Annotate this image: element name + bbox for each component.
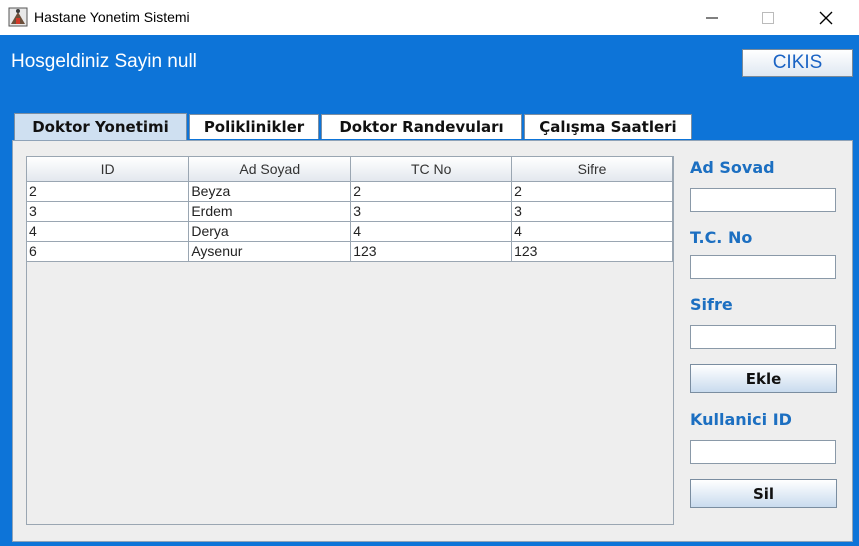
- close-icon: [819, 11, 833, 24]
- table-cell[interactable]: 2: [350, 181, 513, 202]
- maximize-icon: [762, 11, 774, 24]
- doktor-yonetimi-panel: ID Ad Soyad TC No Sifre 2 Beyza 2 2 3 Er…: [12, 140, 853, 542]
- doctor-table: ID Ad Soyad TC No Sifre 2 Beyza 2 2 3 Er…: [27, 157, 673, 262]
- table-cell[interactable]: 2: [511, 181, 673, 202]
- column-header-tc-no[interactable]: TC No: [350, 157, 513, 182]
- tc-no-field[interactable]: [690, 255, 836, 279]
- ad-soyad-label: Ad Sovad: [690, 158, 775, 177]
- table-cell[interactable]: 6: [27, 241, 190, 262]
- table-cell[interactable]: Erdem: [188, 201, 352, 222]
- table-cell[interactable]: 4: [511, 221, 673, 242]
- column-header-ad-soyad[interactable]: Ad Soyad: [188, 157, 352, 182]
- table-row[interactable]: 3 Erdem 3 3: [27, 201, 673, 222]
- doctor-table-scroll[interactable]: ID Ad Soyad TC No Sifre 2 Beyza 2 2 3 Er…: [26, 156, 674, 525]
- table-header-row: ID Ad Soyad TC No Sifre: [27, 157, 673, 182]
- table-cell[interactable]: 4: [27, 221, 190, 242]
- tab-doktor-randevulari[interactable]: Doktor Randevuları: [321, 114, 522, 139]
- app-icon: [8, 7, 28, 27]
- table-cell[interactable]: Derya: [188, 221, 352, 242]
- table-cell[interactable]: 3: [27, 201, 190, 222]
- table-row[interactable]: 2 Beyza 2 2: [27, 181, 673, 202]
- tc-no-label: T.C. No: [690, 228, 753, 247]
- column-header-id[interactable]: ID: [27, 157, 190, 182]
- table-cell[interactable]: Aysenur: [188, 241, 352, 262]
- tab-doktor-yonetimi[interactable]: Doktor Yonetimi: [14, 113, 187, 140]
- table-row[interactable]: 6 Aysenur 123 123: [27, 241, 673, 262]
- table-row[interactable]: 4 Derya 4 4: [27, 221, 673, 242]
- welcome-text: Hosgeldiniz Sayin null: [11, 51, 197, 72]
- kullanici-id-label: Kullanici ID: [690, 410, 792, 429]
- sil-button[interactable]: Sil: [690, 479, 837, 508]
- close-button[interactable]: [797, 0, 855, 35]
- column-header-sifre[interactable]: Sifre: [511, 157, 673, 182]
- ekle-button[interactable]: Ekle: [690, 364, 837, 393]
- table-cell[interactable]: Beyza: [188, 181, 352, 202]
- table-cell[interactable]: 4: [350, 221, 513, 242]
- minimize-button[interactable]: [683, 0, 741, 35]
- tab-calisma-saatleri[interactable]: Çalışma Saatleri: [524, 114, 692, 139]
- sifre-label: Sifre: [690, 295, 733, 314]
- table-cell[interactable]: 2: [27, 181, 190, 202]
- tab-poliklinikler[interactable]: Poliklinikler: [189, 114, 319, 139]
- title-bar: Hastane Yonetim Sistemi: [0, 0, 859, 35]
- maximize-button[interactable]: [739, 0, 797, 35]
- sifre-field[interactable]: [690, 325, 836, 349]
- table-cell[interactable]: 3: [511, 201, 673, 222]
- ad-soyad-field[interactable]: [690, 188, 836, 212]
- table-cell[interactable]: 123: [511, 241, 673, 262]
- table-cell[interactable]: 123: [350, 241, 513, 262]
- window-title: Hastane Yonetim Sistemi: [34, 9, 190, 25]
- main-frame: Hosgeldiniz Sayin null CIKIS Doktor Yone…: [0, 35, 859, 546]
- table-cell[interactable]: 3: [350, 201, 513, 222]
- kullanici-id-field[interactable]: [690, 440, 836, 464]
- exit-button[interactable]: CIKIS: [742, 49, 853, 77]
- minimize-icon: [706, 17, 718, 18]
